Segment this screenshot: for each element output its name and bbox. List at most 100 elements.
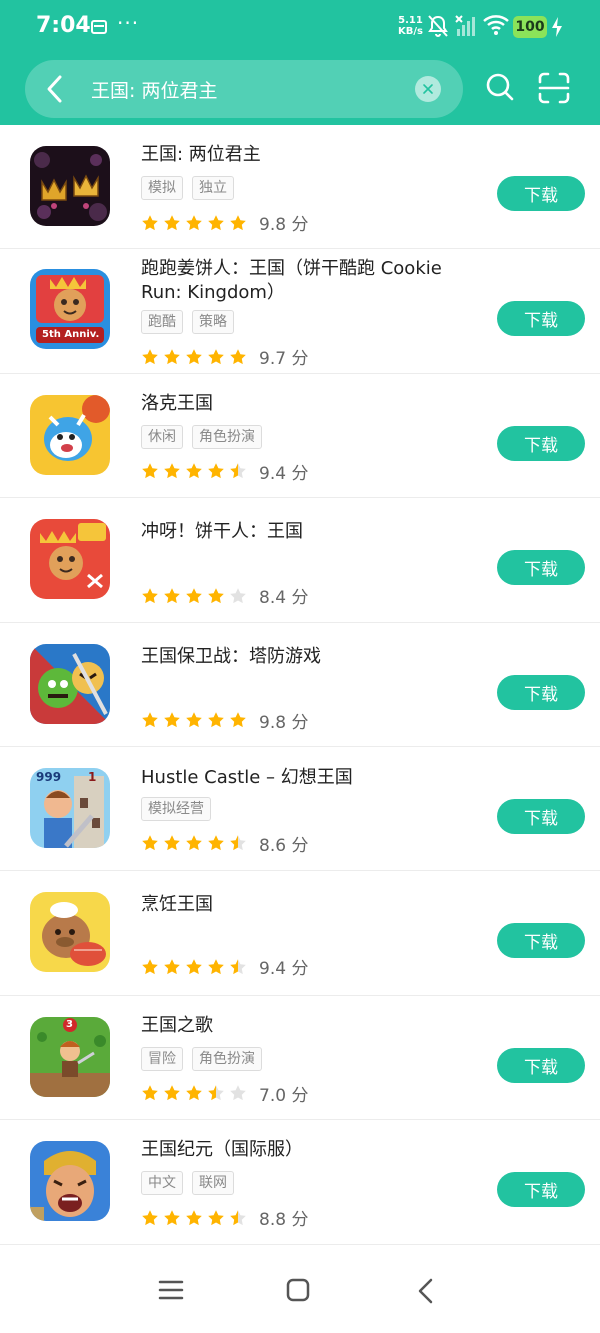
app-name: 王国之歌 xyxy=(141,1014,213,1036)
app-tag[interactable]: 角色扮演 xyxy=(192,424,262,449)
app-name: 王国保卫战：塔防游戏 xyxy=(141,645,321,667)
star-rating xyxy=(141,462,247,480)
app-tag[interactable]: 模拟 xyxy=(141,176,183,200)
roco-kingdom-icon[interactable] xyxy=(30,394,110,475)
star-icon xyxy=(142,587,158,603)
app-name: Hustle Castle – 幻想王国 xyxy=(141,766,353,788)
app-tag[interactable]: 模拟经营 xyxy=(141,796,211,821)
star-icon xyxy=(186,712,202,728)
search-input[interactable] xyxy=(91,73,401,105)
star-rating xyxy=(141,1209,247,1227)
star-icon xyxy=(164,1209,180,1225)
download-button[interactable]: 下载 xyxy=(497,923,585,959)
app-tag[interactable]: 跑酷 xyxy=(141,310,183,335)
kingdom-two-crowns-icon[interactable] xyxy=(30,146,110,226)
back-icon[interactable] xyxy=(416,1278,436,1304)
app-list-item[interactable]: 999 1 Hustle Castle – 幻想王国 模拟经营 8.6 分 下载 xyxy=(0,747,600,872)
star-icon xyxy=(230,463,246,479)
more-notifications-icon: ··· xyxy=(117,11,140,35)
home-icon[interactable] xyxy=(286,1278,310,1302)
app-tags: 模拟 独立 xyxy=(141,176,234,200)
song-of-kingdom-icon[interactable]: 3 xyxy=(30,1016,110,1097)
cookie-run-kingdom-cn-icon[interactable] xyxy=(30,519,110,600)
app-tag[interactable]: 联网 xyxy=(192,1171,234,1196)
app-tag[interactable]: 策略 xyxy=(192,310,234,335)
star-icon xyxy=(142,349,158,364)
app-list-item[interactable]: 洛克王国 休闲 角色扮演 9.4 分 下载 xyxy=(0,374,600,499)
app-rating: 9.4 分 xyxy=(141,459,308,484)
star-rating xyxy=(141,1084,247,1102)
app-list-item[interactable]: 3 王国之歌 冒险 角色扮演 7.0 分 下载 xyxy=(0,996,600,1121)
app-tag[interactable]: 冒险 xyxy=(141,1046,183,1071)
rating-score: 9.4 分 xyxy=(259,959,309,980)
system-nav-bar xyxy=(0,1250,600,1333)
app-rating: 9.8 分 xyxy=(141,708,308,733)
star-icon xyxy=(208,1085,224,1101)
network-speed: 5.11 KB/s xyxy=(398,15,423,37)
app-rating: 9.7 分 xyxy=(141,344,308,369)
app-tag[interactable]: 休闲 xyxy=(141,424,183,449)
app-tag[interactable]: 角色扮演 xyxy=(192,1046,262,1071)
download-button[interactable]: 下载 xyxy=(497,301,585,337)
app-list-item[interactable]: 烹饪王国 9.4 分 下载 xyxy=(0,871,600,996)
app-list-item[interactable]: 王国: 两位君主 模拟 独立 9.8 分 下载 xyxy=(0,125,600,250)
mute-bell-icon xyxy=(428,15,448,37)
search-icon[interactable] xyxy=(485,72,515,102)
app-list-item[interactable]: 王国纪元（国际服） 中文 联网 8.8 分 下载 xyxy=(0,1120,600,1245)
app-rating: 8.8 分 xyxy=(141,1205,308,1230)
star-icon xyxy=(164,712,180,728)
download-button[interactable]: 下载 xyxy=(497,674,585,710)
scan-icon[interactable] xyxy=(538,72,570,104)
star-icon xyxy=(186,214,202,230)
icon-badge-text: 1 xyxy=(88,769,97,784)
star-icon xyxy=(208,712,224,728)
star-icon xyxy=(142,835,158,851)
star-icon xyxy=(164,214,180,230)
notification-icon xyxy=(91,20,107,34)
cookie-run-kingdom-icon[interactable]: 5th Anniv. xyxy=(30,269,110,350)
star-rating xyxy=(141,348,247,366)
star-icon xyxy=(142,1085,158,1101)
download-button[interactable]: 下载 xyxy=(497,550,585,586)
star-icon xyxy=(208,1209,224,1225)
menu-icon[interactable] xyxy=(158,1278,184,1302)
star-icon xyxy=(208,959,224,974)
download-button[interactable]: 下载 xyxy=(497,1172,585,1208)
star-icon xyxy=(142,463,158,479)
download-button[interactable]: 下载 xyxy=(497,176,585,211)
status-bar: 7:04 ··· 5.11 KB/s 100 xyxy=(0,0,600,56)
download-button[interactable]: 下载 xyxy=(497,1047,585,1083)
rise-of-kingdoms-icon[interactable] xyxy=(30,1141,110,1222)
back-arrow-icon[interactable] xyxy=(45,74,65,104)
app-list-item[interactable]: 王国保卫战：塔防游戏 9.8 分 下载 xyxy=(0,623,600,747)
app-tag[interactable]: 独立 xyxy=(192,176,234,200)
close-icon xyxy=(423,84,433,94)
app-list-item[interactable]: 冲呀！饼干人：王国 8.4 分 下载 xyxy=(0,498,600,623)
rating-score: 9.8 分 xyxy=(259,215,309,235)
star-icon xyxy=(142,214,158,230)
app-name: 跑跑姜饼人：王国（饼干酷跑 Cookie Run: Kingdom） xyxy=(141,258,442,304)
kingdom-rush-icon[interactable] xyxy=(30,643,110,724)
download-button[interactable]: 下载 xyxy=(497,425,585,461)
star-icon xyxy=(208,349,224,364)
star-icon xyxy=(186,587,202,603)
star-icon xyxy=(186,959,202,974)
download-button[interactable]: 下载 xyxy=(497,798,585,834)
app-list-item[interactable]: 5th Anniv. 跑跑姜饼人：王国（饼干酷跑 Cookie Run: Kin… xyxy=(0,249,600,374)
wifi-icon xyxy=(483,15,509,35)
search-results-list: 王国: 两位君主 模拟 独立 9.8 分 下载 5th Anniv. 跑跑姜饼人… xyxy=(0,125,600,1245)
star-icon xyxy=(230,587,246,603)
star-icon xyxy=(142,712,158,728)
star-icon xyxy=(208,214,224,230)
star-icon xyxy=(208,835,224,851)
app-tags: 模拟经营 xyxy=(141,796,211,821)
star-icon xyxy=(230,959,246,974)
hustle-castle-icon[interactable]: 999 1 xyxy=(30,767,110,848)
clear-search-button[interactable] xyxy=(415,76,441,102)
app-header: 7:04 ··· 5.11 KB/s 100 xyxy=(0,0,600,125)
star-icon xyxy=(186,463,202,479)
star-icon xyxy=(186,835,202,851)
cooking-kingdom-icon[interactable] xyxy=(30,892,110,973)
app-tag[interactable]: 中文 xyxy=(141,1171,183,1196)
star-icon xyxy=(208,587,224,603)
